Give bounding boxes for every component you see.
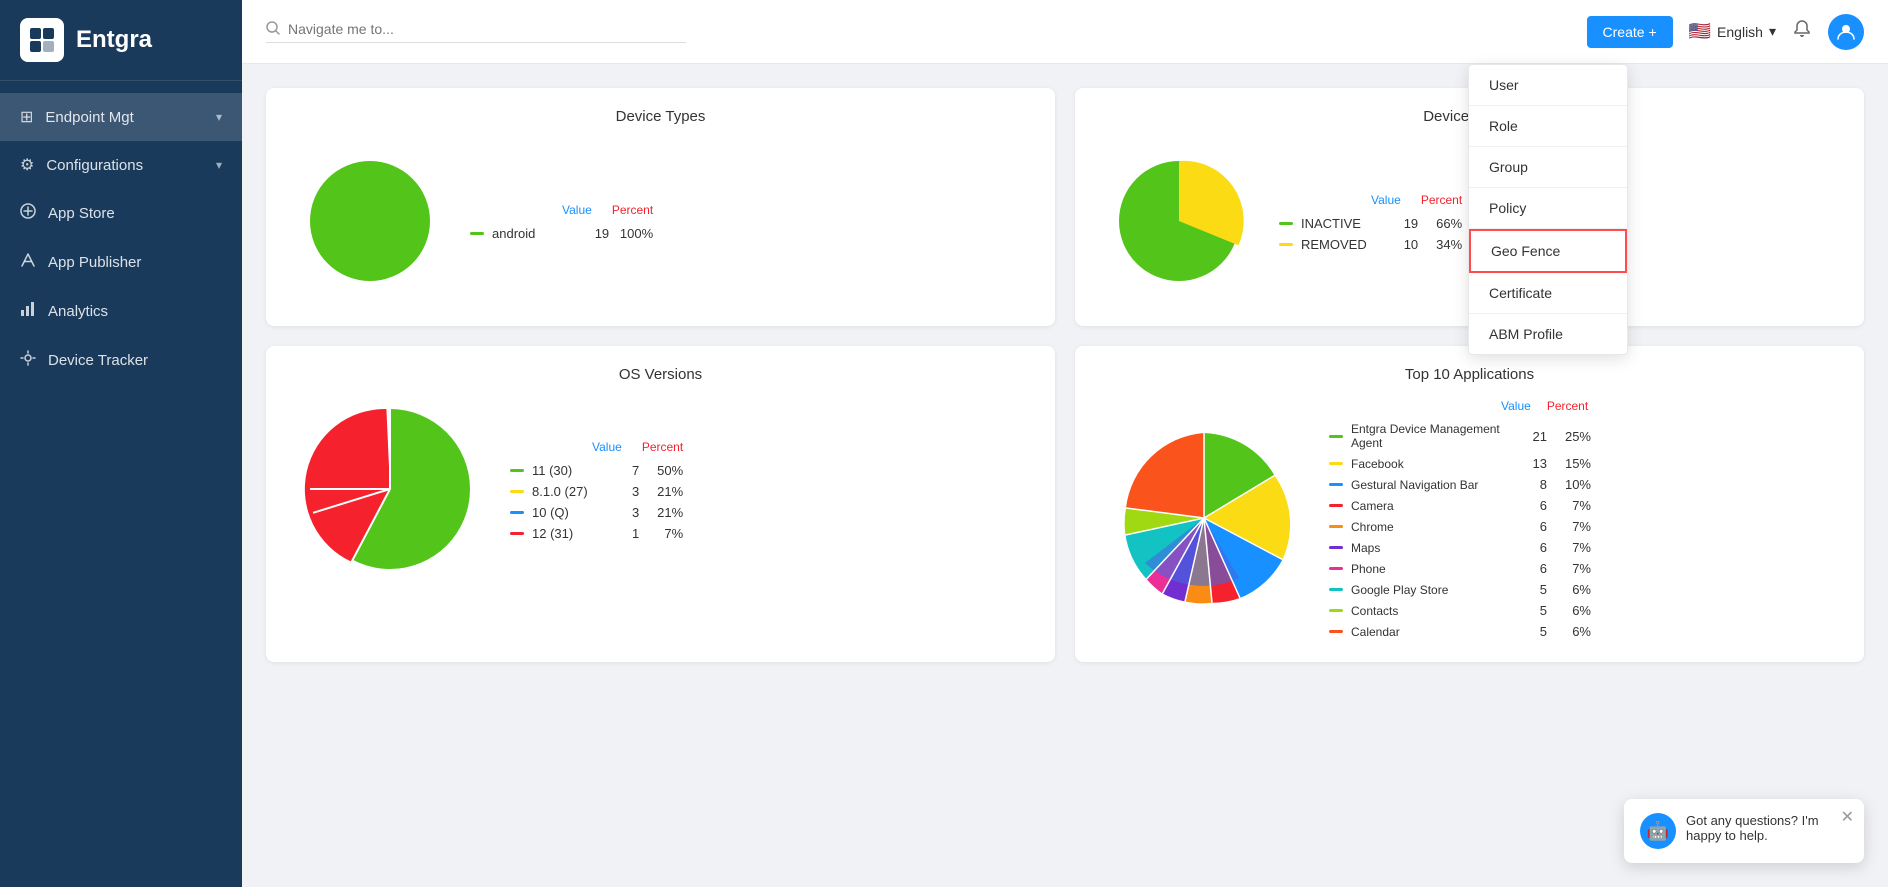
sidebar-item-label: Endpoint Mgt xyxy=(45,109,133,126)
dropdown-item-role[interactable]: Role xyxy=(1469,106,1627,147)
legend-row: Gestural Navigation Bar 8 10% xyxy=(1329,474,1591,495)
dropdown-item-certificate[interactable]: Certificate xyxy=(1469,273,1627,314)
sidebar-item-app-publisher[interactable]: App Publisher xyxy=(0,238,242,287)
sidebar-item-label: Configurations xyxy=(46,157,143,174)
dropdown-item-user[interactable]: User xyxy=(1469,65,1627,106)
legend-row: 11 (30) 7 50% xyxy=(510,460,683,481)
chatbot-close-button[interactable]: ✕ xyxy=(1841,807,1854,827)
dashboard-content: Device Types Value Percent android xyxy=(242,64,1888,887)
main-area: Create + 🇺🇸 English ▾ User Role Group Po… xyxy=(242,0,1888,887)
chevron-down-icon: ▾ xyxy=(216,110,222,124)
header-right: Create + 🇺🇸 English ▾ xyxy=(1587,14,1864,50)
chatbot-avatar: 🤖 xyxy=(1640,813,1676,849)
sidebar-item-label: App Publisher xyxy=(48,254,141,271)
legend-row: Calendar 5 6% xyxy=(1329,621,1591,642)
sidebar-navigation: ⊞ Endpoint Mgt ▾ ⚙ Configurations ▾ App … xyxy=(0,81,242,397)
sidebar: Entgra ⊞ Endpoint Mgt ▾ ⚙ Configurations… xyxy=(0,0,242,887)
top-applications-card: Top 10 Applications xyxy=(1075,346,1864,662)
search-input[interactable] xyxy=(288,21,686,37)
sidebar-item-label: App Store xyxy=(48,205,115,222)
language-selector[interactable]: 🇺🇸 English ▾ xyxy=(1689,21,1776,42)
device-status-chart xyxy=(1099,141,1259,306)
dropdown-item-policy[interactable]: Policy xyxy=(1469,188,1627,229)
flag-icon: 🇺🇸 xyxy=(1689,21,1711,42)
app-publisher-icon xyxy=(20,252,36,273)
legend-row: Camera 6 7% xyxy=(1329,495,1591,516)
legend-row: Facebook 13 15% xyxy=(1329,453,1591,474)
sidebar-item-label: Device Tracker xyxy=(48,352,148,369)
legend-row: Chrome 6 7% xyxy=(1329,516,1591,537)
value-header: Value xyxy=(562,203,592,217)
dropdown-item-group[interactable]: Group xyxy=(1469,147,1627,188)
legend-row: Google Play Store 5 6% xyxy=(1329,579,1591,600)
chevron-down-icon: ▾ xyxy=(216,158,222,172)
legend-row: Maps 6 7% xyxy=(1329,537,1591,558)
analytics-icon xyxy=(20,301,36,322)
sidebar-logo: Entgra xyxy=(0,0,242,81)
legend-row: android 19 100% xyxy=(470,223,653,244)
legend-row: REMOVED 10 34% xyxy=(1279,234,1462,255)
dropdown-item-abm-profile[interactable]: ABM Profile xyxy=(1469,314,1627,354)
chatbot-widget: 🤖 Got any questions? I'm happy to help. … xyxy=(1624,799,1864,863)
logo-icon xyxy=(20,18,64,62)
dropdown-item-geo-fence[interactable]: Geo Fence xyxy=(1469,229,1627,273)
user-avatar[interactable] xyxy=(1828,14,1864,50)
language-label: English xyxy=(1717,24,1763,40)
legend-row: Contacts 5 6% xyxy=(1329,600,1591,621)
search-icon xyxy=(266,21,280,38)
create-dropdown-menu: User Role Group Policy Geo Fence Certifi… xyxy=(1468,64,1628,355)
top-applications-chart xyxy=(1099,418,1309,623)
legend-row: Phone 6 7% xyxy=(1329,558,1591,579)
search-container[interactable] xyxy=(266,21,686,43)
device-types-card: Device Types Value Percent android xyxy=(266,88,1055,326)
sidebar-item-analytics[interactable]: Analytics xyxy=(0,287,242,336)
legend-row: 12 (31) 1 7% xyxy=(510,523,683,544)
chatbot-message: Got any questions? I'm happy to help. xyxy=(1686,813,1819,843)
logo-text: Entgra xyxy=(76,26,152,54)
sidebar-item-label: Analytics xyxy=(48,303,108,320)
top-applications-title: Top 10 Applications xyxy=(1099,366,1840,383)
endpoint-mgt-icon: ⊞ xyxy=(20,107,33,127)
legend-row: 10 (Q) 3 21% xyxy=(510,502,683,523)
os-versions-card: OS Versions xyxy=(266,346,1055,662)
legend-row: 8.1.0 (27) 3 21% xyxy=(510,481,683,502)
sidebar-item-app-store[interactable]: App Store xyxy=(0,189,242,238)
sidebar-item-endpoint-mgt[interactable]: ⊞ Endpoint Mgt ▾ xyxy=(0,93,242,141)
device-types-chart xyxy=(290,141,450,306)
sidebar-item-configurations[interactable]: ⚙ Configurations ▾ xyxy=(0,141,242,189)
chevron-down-icon: ▾ xyxy=(1769,23,1776,40)
legend-row: Entgra Device Management Agent 21 25% xyxy=(1329,419,1591,453)
configurations-icon: ⚙ xyxy=(20,155,34,175)
percent-header: Percent xyxy=(612,203,653,217)
notification-bell-icon[interactable] xyxy=(1792,19,1812,44)
create-button[interactable]: Create + xyxy=(1587,16,1673,48)
device-types-title: Device Types xyxy=(290,108,1031,125)
sidebar-item-device-tracker[interactable]: Device Tracker xyxy=(0,336,242,385)
device-tracker-icon xyxy=(20,350,36,371)
app-store-icon xyxy=(20,203,36,224)
os-versions-chart xyxy=(290,399,490,584)
header: Create + 🇺🇸 English ▾ xyxy=(242,0,1888,64)
os-versions-title: OS Versions xyxy=(290,366,1031,383)
legend-row: INACTIVE 19 66% xyxy=(1279,213,1462,234)
